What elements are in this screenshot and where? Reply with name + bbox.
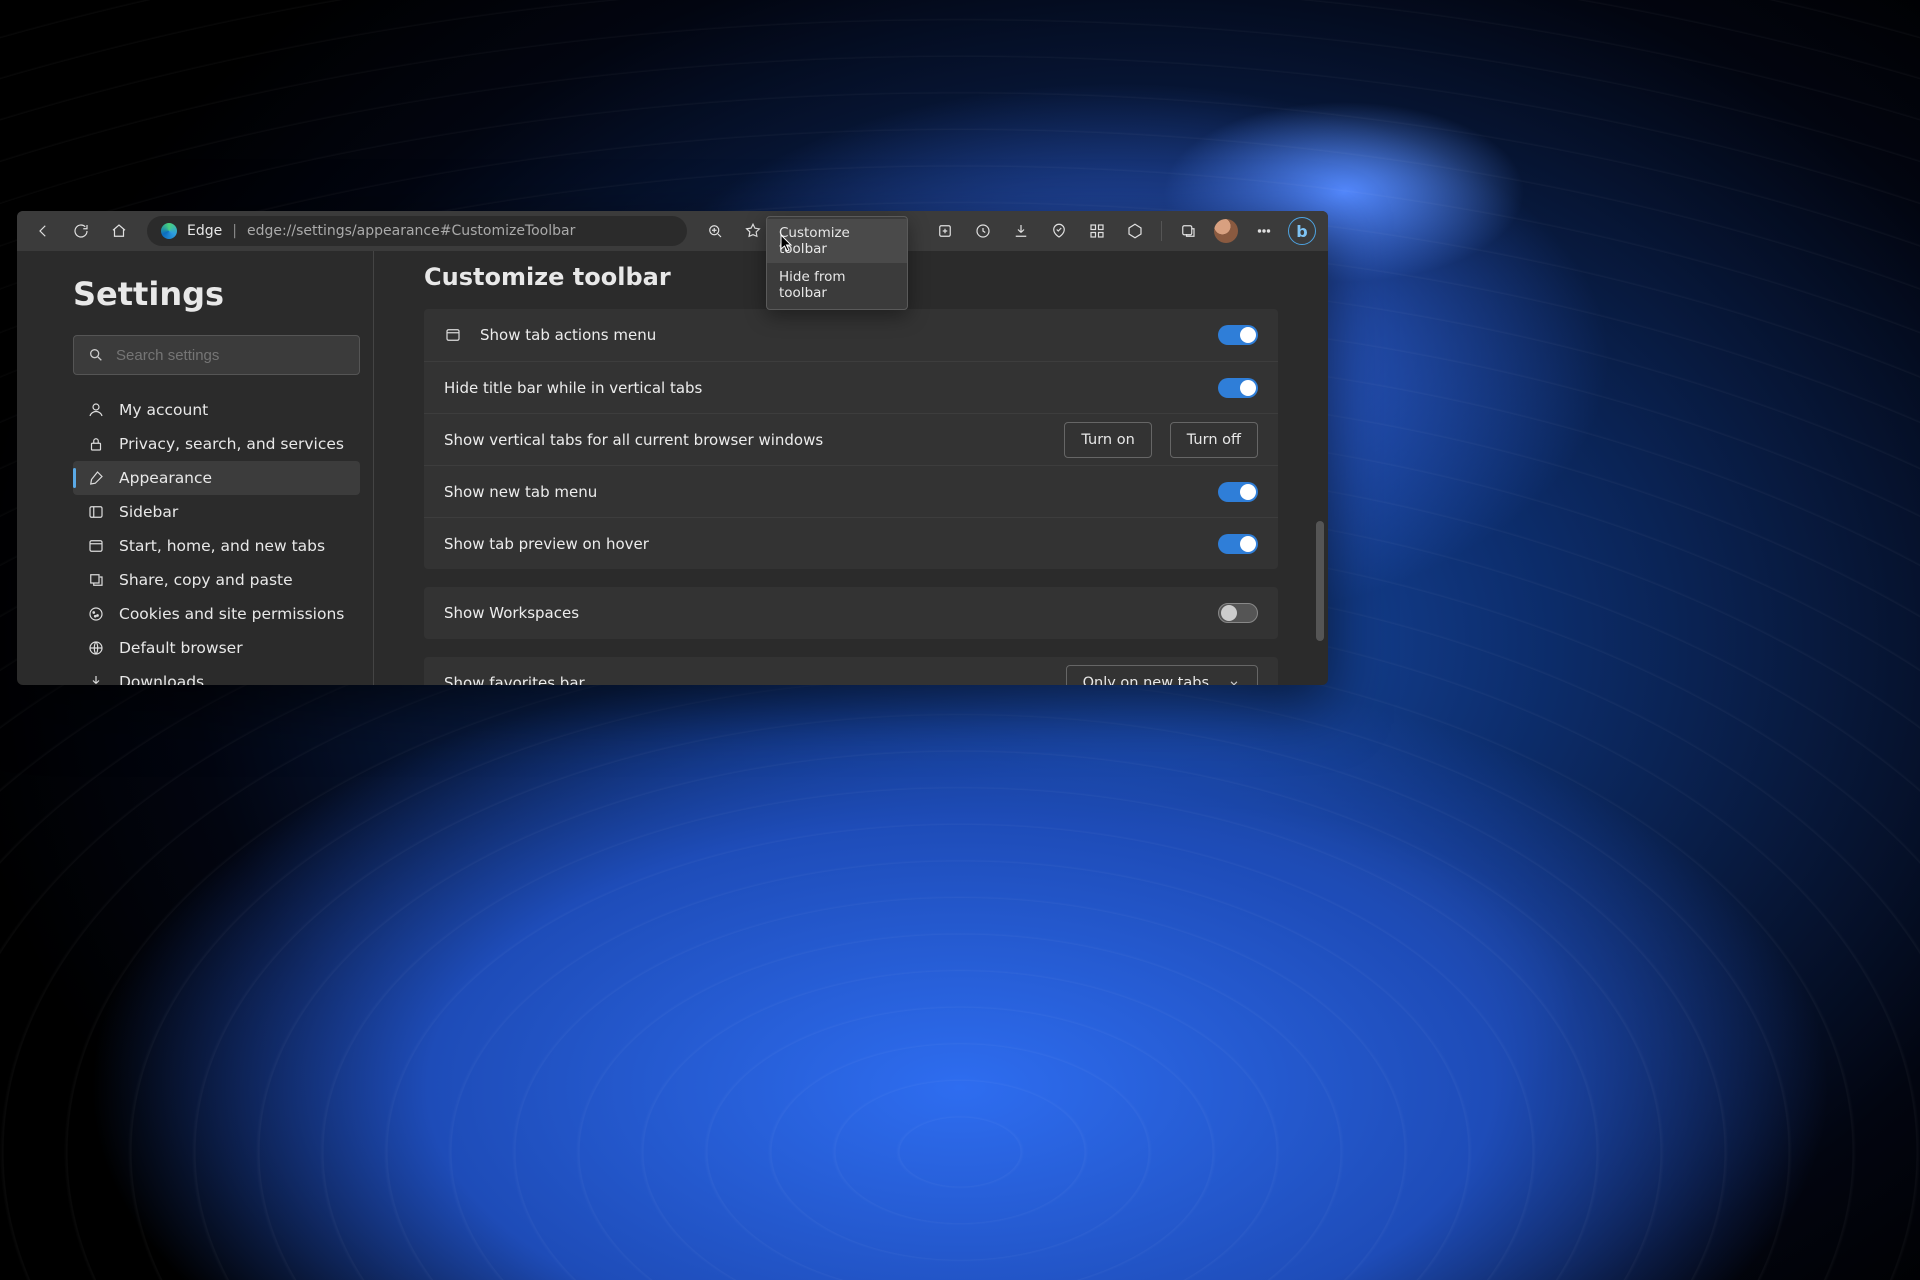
search-icon: [88, 347, 104, 363]
favorites-card: Show favorites bar Only on new tabs: [424, 657, 1278, 685]
row-tab-actions: Show tab actions menu: [424, 309, 1278, 361]
search-settings-field[interactable]: [116, 347, 345, 364]
window-icon: [87, 537, 105, 555]
sidebar-item-label: Sidebar: [119, 503, 178, 521]
toolbar-options-card: Show tab actions menu Hide title bar whi…: [424, 309, 1278, 569]
sidebar-item-privacy[interactable]: Privacy, search, and services: [73, 427, 360, 461]
row-workspaces: Show Workspaces: [424, 587, 1278, 639]
row-label: Show vertical tabs for all current brows…: [444, 431, 823, 449]
lock-icon: [87, 435, 105, 453]
context-menu: Customize toolbar Hide from toolbar: [766, 216, 908, 310]
row-tab-preview: Show tab preview on hover: [424, 517, 1278, 569]
sidebar-item-label: My account: [119, 401, 208, 419]
ctx-hide-from-toolbar[interactable]: Hide from toolbar: [767, 263, 907, 307]
edge-logo-icon: [161, 223, 177, 239]
address-scheme-label: Edge: [187, 223, 222, 239]
cookie-icon: [87, 605, 105, 623]
settings-body: Settings My account Privacy, search, and…: [17, 251, 1328, 685]
favorites-select[interactable]: Only on new tabs: [1066, 665, 1258, 685]
toggle-tab-preview[interactable]: [1218, 534, 1258, 554]
sidebar-item-default-browser[interactable]: Default browser: [73, 631, 360, 665]
sidebar-icon: [87, 503, 105, 521]
globe-icon: [87, 639, 105, 657]
back-button[interactable]: [27, 215, 59, 247]
profile-avatar[interactable]: [1210, 215, 1242, 247]
row-new-tab-menu: Show new tab menu: [424, 465, 1278, 517]
paintbrush-icon: [87, 469, 105, 487]
row-label: Show new tab menu: [444, 483, 597, 501]
performance-button[interactable]: [1043, 215, 1075, 247]
history-button[interactable]: [967, 215, 999, 247]
row-hide-title: Hide title bar while in vertical tabs: [424, 361, 1278, 413]
row-label: Hide title bar while in vertical tabs: [444, 379, 702, 397]
favorite-star-button[interactable]: [737, 215, 769, 247]
person-icon: [87, 401, 105, 419]
toggle-tab-actions[interactable]: [1218, 325, 1258, 345]
main-scrollbar[interactable]: [1316, 521, 1324, 641]
sidebar-item-label: Start, home, and new tabs: [119, 537, 325, 555]
downloads-button[interactable]: [1005, 215, 1037, 247]
sidebar-item-label: Share, copy and paste: [119, 571, 293, 589]
download-icon: [87, 673, 105, 685]
share-button[interactable]: [1172, 215, 1204, 247]
sidebar-item-appearance[interactable]: Appearance: [73, 461, 360, 495]
shopping-button[interactable]: [1119, 215, 1151, 247]
tab-icon: [444, 326, 462, 344]
sidebar-item-label: Cookies and site permissions: [119, 605, 344, 623]
favorites-select-value: Only on new tabs: [1083, 675, 1209, 685]
row-label: Show tab actions menu: [480, 326, 656, 344]
sidebar-item-label: Appearance: [119, 469, 212, 487]
address-separator: |: [232, 223, 237, 239]
zoom-button[interactable]: [699, 215, 731, 247]
sidebar-item-label: Downloads: [119, 673, 204, 685]
workspaces-card: Show Workspaces: [424, 587, 1278, 639]
row-vertical-tabs: Show vertical tabs for all current brows…: [424, 413, 1278, 465]
sidebar-item-sidebar[interactable]: Sidebar: [73, 495, 360, 529]
sidebar-item-cookies[interactable]: Cookies and site permissions: [73, 597, 360, 631]
browser-window: Edge | edge://settings/appearance#Custom…: [17, 211, 1328, 685]
turn-on-button[interactable]: Turn on: [1064, 422, 1151, 458]
ctx-customize-toolbar[interactable]: Customize toolbar: [767, 219, 907, 263]
home-button[interactable]: [103, 215, 135, 247]
sidebar-item-share-copy[interactable]: Share, copy and paste: [73, 563, 360, 597]
sidebar-item-my-account[interactable]: My account: [73, 393, 360, 427]
collections-button[interactable]: [929, 215, 961, 247]
row-label: Show tab preview on hover: [444, 535, 649, 553]
search-settings-input[interactable]: [73, 335, 360, 375]
bing-chat-button[interactable]: b: [1286, 215, 1318, 247]
settings-title: Settings: [73, 275, 360, 313]
sidebar-item-label: Default browser: [119, 639, 243, 657]
menu-button[interactable]: [1248, 215, 1280, 247]
settings-sidebar: Settings My account Privacy, search, and…: [17, 251, 374, 685]
browser-toolbar: Edge | edge://settings/appearance#Custom…: [17, 211, 1328, 251]
toolbar-divider: [1161, 221, 1162, 241]
address-url: edge://settings/appearance#CustomizeTool…: [247, 223, 575, 239]
sidebar-item-start-home[interactable]: Start, home, and new tabs: [73, 529, 360, 563]
toggle-hide-title[interactable]: [1218, 378, 1258, 398]
toggle-new-tab-menu[interactable]: [1218, 482, 1258, 502]
refresh-button[interactable]: [65, 215, 97, 247]
row-label: Show favorites bar: [444, 674, 585, 685]
turn-off-button[interactable]: Turn off: [1170, 422, 1258, 458]
toggle-workspaces[interactable]: [1218, 603, 1258, 623]
chevron-down-icon: [1227, 676, 1241, 685]
sidebar-item-label: Privacy, search, and services: [119, 435, 344, 453]
row-favorites: Show favorites bar Only on new tabs: [424, 657, 1278, 685]
address-bar[interactable]: Edge | edge://settings/appearance#Custom…: [147, 216, 687, 246]
sidebar-item-downloads[interactable]: Downloads: [73, 665, 360, 685]
settings-main: Customize toolbar Show tab actions menu …: [374, 251, 1328, 685]
share-icon: [87, 571, 105, 589]
row-label: Show Workspaces: [444, 604, 579, 622]
apps-button[interactable]: [1081, 215, 1113, 247]
